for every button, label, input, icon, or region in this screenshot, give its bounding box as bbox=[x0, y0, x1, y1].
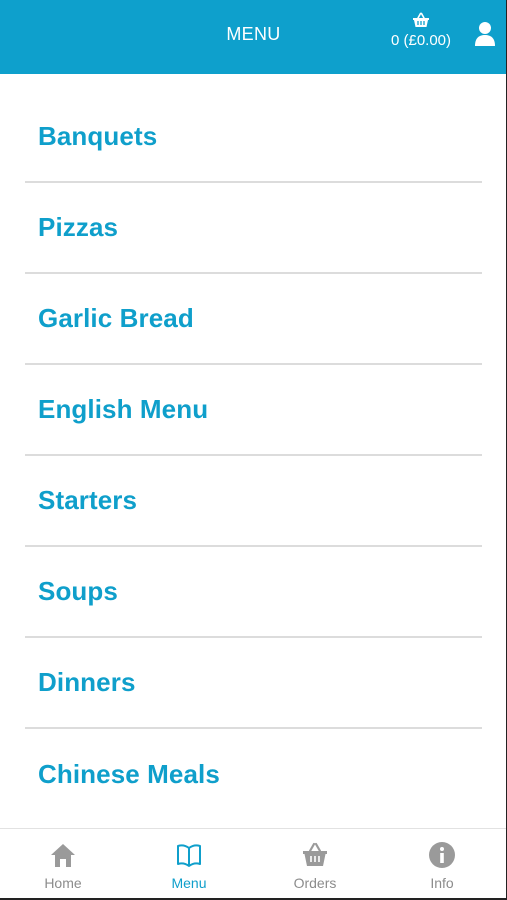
menu-item-english-menu[interactable]: English Menu bbox=[25, 365, 482, 456]
nav-orders[interactable]: Orders bbox=[252, 829, 378, 899]
menu-item-chinese-meals[interactable]: Chinese Meals bbox=[25, 729, 482, 820]
menu-item-label: Garlic Bread bbox=[38, 303, 194, 333]
menu-item-label: Banquets bbox=[38, 121, 158, 151]
menu-item-label: English Menu bbox=[38, 394, 209, 424]
menu-item-label: Starters bbox=[38, 485, 138, 515]
nav-menu-label: Menu bbox=[171, 875, 207, 891]
nav-home-label: Home bbox=[44, 875, 82, 891]
info-icon bbox=[429, 842, 455, 868]
nav-info[interactable]: Info bbox=[379, 829, 505, 899]
menu-category-list: Banquets Pizzas Garlic Bread English Men… bbox=[25, 92, 482, 820]
menu-item-label: Pizzas bbox=[38, 212, 119, 242]
nav-info-label: Info bbox=[430, 875, 454, 891]
menu-item-label: Dinners bbox=[38, 667, 136, 697]
menu-item-banquets[interactable]: Banquets bbox=[25, 92, 482, 183]
menu-item-starters[interactable]: Starters bbox=[25, 456, 482, 547]
home-icon bbox=[51, 844, 75, 867]
nav-orders-label: Orders bbox=[293, 875, 337, 891]
bottom-navigation: Home Menu Orders Info bbox=[0, 828, 506, 898]
menu-item-garlic-bread[interactable]: Garlic Bread bbox=[25, 274, 482, 365]
menu-item-pizzas[interactable]: Pizzas bbox=[25, 183, 482, 274]
book-icon bbox=[177, 844, 201, 867]
menu-item-label: Chinese Meals bbox=[38, 759, 220, 789]
nav-home[interactable]: Home bbox=[0, 829, 126, 899]
basket-icon bbox=[303, 842, 327, 866]
top-bar: MENU 0 (£0.00) bbox=[0, 0, 506, 74]
menu-item-label: Soups bbox=[38, 576, 118, 606]
basket-icon bbox=[413, 12, 429, 27]
menu-item-soups[interactable]: Soups bbox=[25, 547, 482, 638]
menu-item-dinners[interactable]: Dinners bbox=[25, 638, 482, 729]
nav-menu[interactable]: Menu bbox=[126, 829, 252, 899]
app-screen: MENU 0 (£0.00) Banquets Pizzas Garlic Br… bbox=[0, 0, 507, 900]
basket-summary[interactable]: 0 (£0.00) bbox=[386, 12, 456, 50]
basket-total: 0 (£0.00) bbox=[390, 32, 452, 49]
user-icon[interactable] bbox=[474, 21, 496, 47]
